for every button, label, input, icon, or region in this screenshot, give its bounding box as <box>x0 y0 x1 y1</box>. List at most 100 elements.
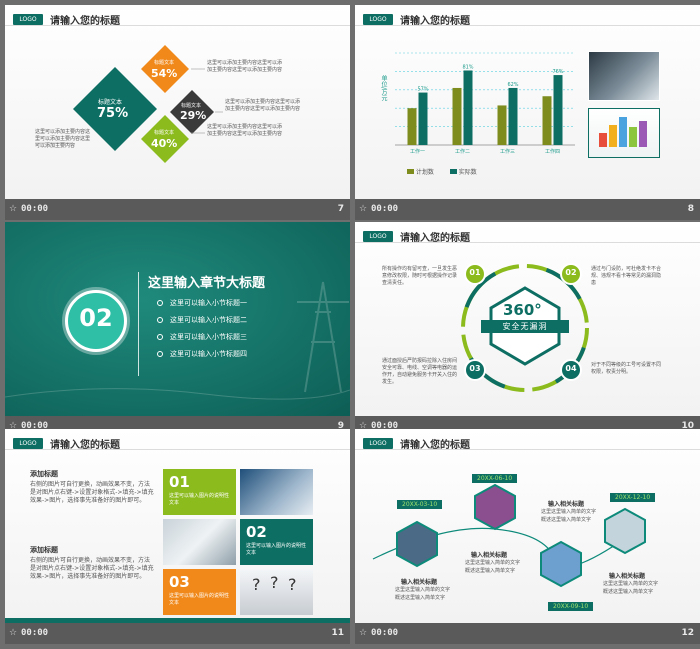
item-text-4a: 这里这里输入简单的文字 <box>603 581 659 587</box>
photo-business-tablet <box>588 51 660 101</box>
tile-number: 03 <box>169 573 190 591</box>
item-dot <box>157 334 163 340</box>
tile-text: 这里可以输入图片的说明性文本 <box>246 543 307 556</box>
star-icon[interactable]: ☆ <box>9 628 17 638</box>
green-diamond-pct: 40% <box>151 137 178 150</box>
item-title-3: 输入相关标题 <box>548 501 585 508</box>
slide-canvas: LOGO 请输入您的标题 20XX-03-10 20XX-06-10 20XX-… <box>355 429 700 623</box>
item-title-1: 输入相关标题 <box>401 579 438 586</box>
text-block-top: 这里可以添加主要内容这里可以添加主要内容这里可以添加主要内容 <box>207 60 283 73</box>
slide-number: 11 <box>331 628 344 638</box>
text-block-mid: 这里可以添加主要内容这里可以添加主要内容这里可以添加主要内容 <box>225 99 301 112</box>
tile-number: 02 <box>246 523 267 541</box>
tile-01: 01 这里可以输入图片的说明性文本 <box>163 469 236 515</box>
date-badge-3: 20XX-09-10 <box>548 602 594 611</box>
logo: LOGO <box>13 438 43 449</box>
ring-diagram <box>461 263 589 392</box>
star-icon[interactable]: ☆ <box>359 628 367 638</box>
photo-question-marks: ? ? ? <box>240 569 313 615</box>
x-tick-label: 工作二 <box>455 148 470 155</box>
x-tick-label: 工作一 <box>410 148 425 155</box>
legend: 计划数 实际数 <box>407 167 477 176</box>
slide-footer: ☆ 00:00 11 <box>5 623 350 644</box>
legend-swatch-plan <box>407 169 414 174</box>
question-icon: ? <box>270 573 279 592</box>
date-badge-2: 20XX-06-10 <box>472 474 518 483</box>
bar-actual <box>508 87 518 145</box>
chapter-heading: 这里输入章节大标题 <box>148 276 266 291</box>
bar-actual <box>418 92 428 145</box>
bar-actual <box>463 70 473 145</box>
section-heading-2: 添加标题 <box>30 546 58 554</box>
slide-canvas: LOGO 请输入您的标题 标题文本 75% 标题文本 54% 标题文本 29% … <box>5 5 350 199</box>
bar-plan <box>542 96 552 145</box>
slide-thumbnail-10[interactable]: LOGO 请输入您的标题 360° 安全无漏洞 01 02 03 04 所有操作… <box>355 222 700 437</box>
bar-plan <box>407 108 417 145</box>
step-number-4: 04 <box>565 364 577 373</box>
bar-plan <box>452 87 462 145</box>
section-item-1: 这里可以输入小节标题一 <box>170 299 247 307</box>
slide-footer: ☆ 00:00 8 <box>355 199 700 220</box>
slide-timing: 00:00 <box>21 204 49 214</box>
step-text-3: 通过面授后严防报码拉除入住房间安全可靠、电线、空调等电器的运作开，自动避免服务卡… <box>382 358 458 385</box>
slide-canvas: LOGO 请输入您的标题 单位/万元 57% 工作一 81% 工作二 62% 工作三 76%… <box>355 5 700 199</box>
slide-thumbnail-9[interactable]: 02 这里输入章节大标题 这里可以输入小节标题一 这里可以输入小节标题二 这里可… <box>5 222 350 437</box>
slide-timing: 00:00 <box>371 204 399 214</box>
dark-diamond-pct: 29% <box>180 109 207 122</box>
text-block-low: 这里可以添加主要内容这里可以添加主要内容这里可以添加主要内容 <box>207 124 283 137</box>
slide-thumbnail-12[interactable]: LOGO 请输入您的标题 20XX-03-10 20XX-06-10 20XX-… <box>355 429 700 644</box>
star-icon[interactable]: ☆ <box>359 204 367 214</box>
slide-thumbnail-8[interactable]: LOGO 请输入您的标题 单位/万元 57% 工作一 81% 工作二 62% 工作三 76%… <box>355 5 700 220</box>
section-item-4: 这里可以输入小节标题四 <box>170 350 247 358</box>
photo-team <box>240 469 313 515</box>
slide-timing: 00:00 <box>21 628 49 638</box>
slide-footer: ☆ 00:00 12 <box>355 623 700 644</box>
legend-actual: 实际数 <box>458 169 477 176</box>
main-diamond-pct: 75% <box>97 106 129 121</box>
item-text-4b: 概述这里输入简单文字 <box>603 589 654 595</box>
data-label: 76% <box>552 69 563 75</box>
legend-plan: 计划数 <box>415 169 434 176</box>
question-icon: ? <box>252 575 261 594</box>
photo-3d-bars <box>588 108 660 158</box>
date-badge-1: 20XX-03-10 <box>397 500 443 509</box>
section-body-2: 右侧的图片可自行更换，动画效果不变，方法是对图片点右键->设置对象格式->填充-… <box>30 557 154 580</box>
step-text-4: 对于不同等级的工号可设置不同权限，权责分明。 <box>591 362 662 375</box>
section-item-2: 这里可以输入小节标题二 <box>170 316 247 324</box>
slide-number: 8 <box>687 204 694 214</box>
item-title-2: 输入相关标题 <box>471 552 508 559</box>
green-diamond-label: 标题文本 <box>154 130 175 136</box>
item-text-3b: 概述这里输入简单文字 <box>541 517 592 523</box>
center-subtitle: 安全无漏洞 <box>502 322 548 331</box>
data-label: 62% <box>507 82 518 88</box>
step-number-2: 02 <box>565 268 577 277</box>
divider <box>5 449 350 450</box>
step-text-2: 通过与门设防，可杜绝发卡不合规、违规不看卡等常见的漏洞隐患 <box>591 266 662 286</box>
data-label: 57% <box>417 87 428 93</box>
slide-canvas: LOGO 请输入您的标题 添加标题 右侧的图片可自行更换，动画效果不变，方法是对… <box>5 429 350 623</box>
x-tick-label: 工作四 <box>545 148 560 155</box>
item-dot <box>157 317 163 323</box>
item-text-2a: 这里这里输入简单的文字 <box>465 560 521 566</box>
section-item-3: 这里可以输入小节标题三 <box>170 333 247 341</box>
step-text-1: 所有操作均有留可查，一旦发生恶意修改权限，随时可根据操作记录查清责任。 <box>382 266 458 286</box>
slide-canvas: 02 这里输入章节大标题 这里可以输入小节标题一 这里可以输入小节标题二 这里可… <box>5 222 350 416</box>
item-text-3a: 这里这里输入简单的文字 <box>541 509 597 515</box>
slide-number: 12 <box>681 628 694 638</box>
divider <box>138 272 139 376</box>
question-icon: ? <box>288 575 297 594</box>
slide-number: 7 <box>337 204 344 214</box>
bar-actual <box>553 75 563 145</box>
slide-sorter: LOGO 请输入您的标题 标题文本 75% 标题文本 54% 标题文本 29% … <box>0 0 700 649</box>
item-text-1a: 这里这里输入简单的文字 <box>395 587 451 593</box>
step-number-1: 01 <box>469 268 481 277</box>
dark-diamond-label: 标题文本 <box>181 103 202 109</box>
item-text-1b: 概述这里输入简单文字 <box>395 595 446 601</box>
item-title-4: 输入相关标题 <box>609 573 646 580</box>
orange-diamond-label: 标题文本 <box>154 60 175 66</box>
bar-plan <box>497 105 507 145</box>
item-text-2b: 概述这里输入简单文字 <box>465 568 516 574</box>
slide-thumbnail-7[interactable]: LOGO 请输入您的标题 标题文本 75% 标题文本 54% 标题文本 29% … <box>5 5 350 220</box>
star-icon[interactable]: ☆ <box>9 204 17 214</box>
slide-thumbnail-11[interactable]: LOGO 请输入您的标题 添加标题 右侧的图片可自行更换，动画效果不变，方法是对… <box>5 429 350 644</box>
